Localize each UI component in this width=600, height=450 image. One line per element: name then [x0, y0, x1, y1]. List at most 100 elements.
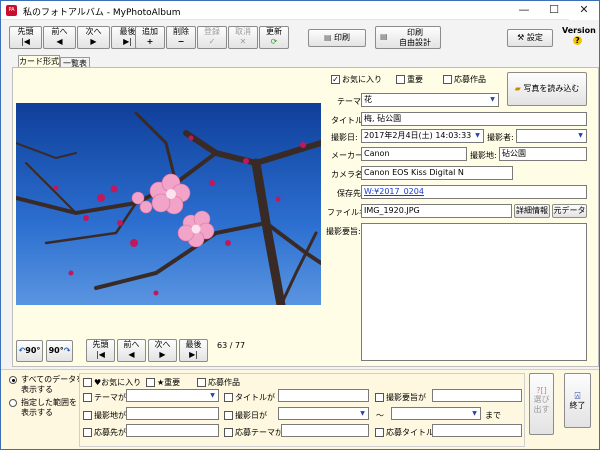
app-window: PA 私のフォトアルバム - MyPhotoAlbum — ☐ ✕ 先頭 |◀ 前… [0, 0, 600, 450]
print-free-design-button[interactable]: ▤ 印刷 自由設計 [375, 26, 441, 49]
printer-icon-2: ▤ [380, 32, 388, 41]
favorite-check-icon: ✓ [331, 75, 340, 84]
rotate-right-icon: ↷ [63, 346, 71, 355]
register-button[interactable]: 登録 ✓ [197, 26, 227, 49]
notes-label: 撮影要旨: [326, 227, 361, 236]
filter-dest-checkbox[interactable]: 応募先が [83, 427, 126, 438]
show-range-label: 指定した範囲を 表示する [21, 398, 77, 417]
folder-label: 保存先: [337, 189, 364, 198]
show-all-radio[interactable]: すべてのデータを 表示する [9, 375, 84, 395]
filter-theme-checkbox[interactable]: テーマが [83, 392, 126, 403]
title-input[interactable]: 梅, 砧公園 [361, 112, 587, 126]
favorite-checkbox[interactable]: ✓ お気に入り [331, 74, 382, 85]
photo-next-label: 次へ [154, 340, 171, 349]
cancel-edit-button[interactable]: 取消 ✕ [228, 26, 258, 49]
theme-select[interactable]: 花 ▼ [361, 93, 499, 107]
next-icon: ▶ [90, 37, 97, 46]
detail-info-button[interactable]: 詳細情報 [514, 204, 550, 218]
filter-notes-checkbox[interactable]: 撮影要旨が [375, 392, 426, 403]
filter-dest-theme-input[interactable] [281, 424, 369, 437]
delete-record-button[interactable]: 削除 − [166, 26, 196, 49]
rotate-left-button[interactable]: ↶90° [16, 340, 43, 362]
place-input[interactable]: 砧公園 [499, 147, 587, 161]
app-icon: PA [6, 5, 17, 16]
update-label: 更新 [266, 27, 282, 36]
filter-fav-checkbox[interactable]: ♥お気に入り [83, 377, 141, 388]
first-icon: |◀ [96, 350, 105, 359]
photo-prev-button[interactable]: 前へ ◀ [117, 339, 146, 362]
filter-icon: ?[] [536, 386, 547, 395]
filter-date-checkbox[interactable]: 撮影日が [224, 410, 267, 421]
filter-title-input[interactable] [278, 389, 369, 402]
filter-notes-input[interactable] [432, 389, 522, 402]
filter-imp-checkbox[interactable]: ★重要 [146, 377, 180, 388]
chevron-down-icon: ▼ [469, 408, 480, 419]
filter-title-box [224, 393, 233, 402]
photographer-select[interactable]: ▼ [516, 129, 587, 143]
date-label: 撮影日: [331, 133, 358, 142]
maker-input[interactable]: Canon [361, 147, 467, 161]
rotate-right-button[interactable]: 90°↷ [46, 340, 73, 362]
filter-contest-label: 応募作品 [208, 378, 240, 387]
important-label: 重要 [407, 75, 423, 84]
filter-theme-box [83, 393, 92, 402]
first-record-button[interactable]: 先頭 |◀ [9, 26, 42, 49]
minus-icon: − [177, 37, 185, 46]
printer-icon: ▤ [323, 33, 335, 42]
show-range-radio[interactable]: 指定した範囲を 表示する [9, 398, 77, 418]
next-record-button[interactable]: 次へ ▶ [77, 26, 110, 49]
print-button[interactable]: ▤ 印刷 [308, 29, 366, 47]
rotate-right-label: 90° [48, 346, 64, 355]
chevron-down-icon: ▼ [487, 94, 498, 106]
chevron-down-icon: ▼ [357, 408, 368, 419]
important-checkbox[interactable]: 重要 [396, 74, 423, 85]
photo-next-button[interactable]: 次へ ▶ [148, 339, 177, 362]
filter-dest-title-input[interactable] [432, 424, 522, 437]
filter-date-box [224, 411, 233, 420]
select-out-label: 選び 出す [533, 395, 550, 414]
filter-date-to-select[interactable]: ▼ [391, 407, 481, 420]
filter-theme-select[interactable]: ▼ [126, 389, 219, 402]
filter-place-input[interactable] [126, 407, 219, 420]
filter-dest-theme-checkbox[interactable]: 応募テーマが [224, 427, 283, 438]
date-select[interactable]: 2017年2月4日(土) 14:03:33 ▼ [361, 129, 484, 143]
plus-icon: + [146, 37, 154, 46]
minimize-button[interactable]: — [509, 1, 539, 20]
filter-place-checkbox[interactable]: 撮影地が [83, 410, 126, 421]
important-box [396, 75, 405, 84]
filter-date-from-select[interactable]: ▼ [278, 407, 369, 420]
filter-date-label: 撮影日が [235, 411, 267, 420]
notes-textarea[interactable] [361, 223, 587, 361]
original-data-button[interactable]: 元データ [552, 204, 587, 218]
add-record-button[interactable]: 追加 + [135, 26, 165, 49]
filter-dest-input[interactable] [126, 424, 219, 437]
first-icon: |◀ [21, 37, 30, 46]
exit-door-icon: ⍓ [574, 391, 581, 402]
filter-contest-checkbox[interactable]: 応募作品 [197, 377, 240, 388]
photo-last-button[interactable]: 最後 ▶| [179, 339, 208, 362]
camera-input[interactable]: Canon EOS Kiss Digital N [361, 166, 513, 180]
photo-first-button[interactable]: 先頭 |◀ [86, 339, 115, 362]
last-label: 最後 [119, 27, 136, 36]
theme-label: テーマ: [337, 97, 364, 106]
folder-link[interactable]: W:¥2017_0204 [361, 185, 587, 199]
filter-fav-label: ♥お気に入り [94, 378, 142, 387]
until-label: まで [485, 411, 501, 420]
close-button[interactable]: ✕ [569, 1, 599, 20]
photo-prev-label: 前へ [123, 340, 140, 349]
exit-button[interactable]: ⍓ 終了 [564, 373, 591, 428]
contest-checkbox[interactable]: 応募作品 [443, 74, 486, 85]
filter-place-label: 撮影地が [94, 411, 126, 420]
question-icon[interactable]: ? [573, 36, 582, 45]
maximize-button[interactable]: ☐ [539, 1, 569, 20]
load-photo-label: 写真を読み込む [523, 84, 580, 93]
filter-title-checkbox[interactable]: タイトルが [224, 392, 275, 403]
update-button[interactable]: 更新 ⟳ [259, 26, 289, 49]
file-input[interactable]: IMG_1920.JPG [361, 204, 512, 218]
theme-value: 花 [364, 95, 372, 104]
settings-button[interactable]: ⚒ 設定 [507, 29, 553, 47]
prev-record-button[interactable]: 前へ ◀ [43, 26, 76, 49]
select-out-button[interactable]: ?[] 選び 出す [529, 373, 554, 435]
load-photo-button[interactable]: ▰ 写真を読み込む [507, 72, 587, 106]
last-icon: ▶| [189, 350, 198, 359]
